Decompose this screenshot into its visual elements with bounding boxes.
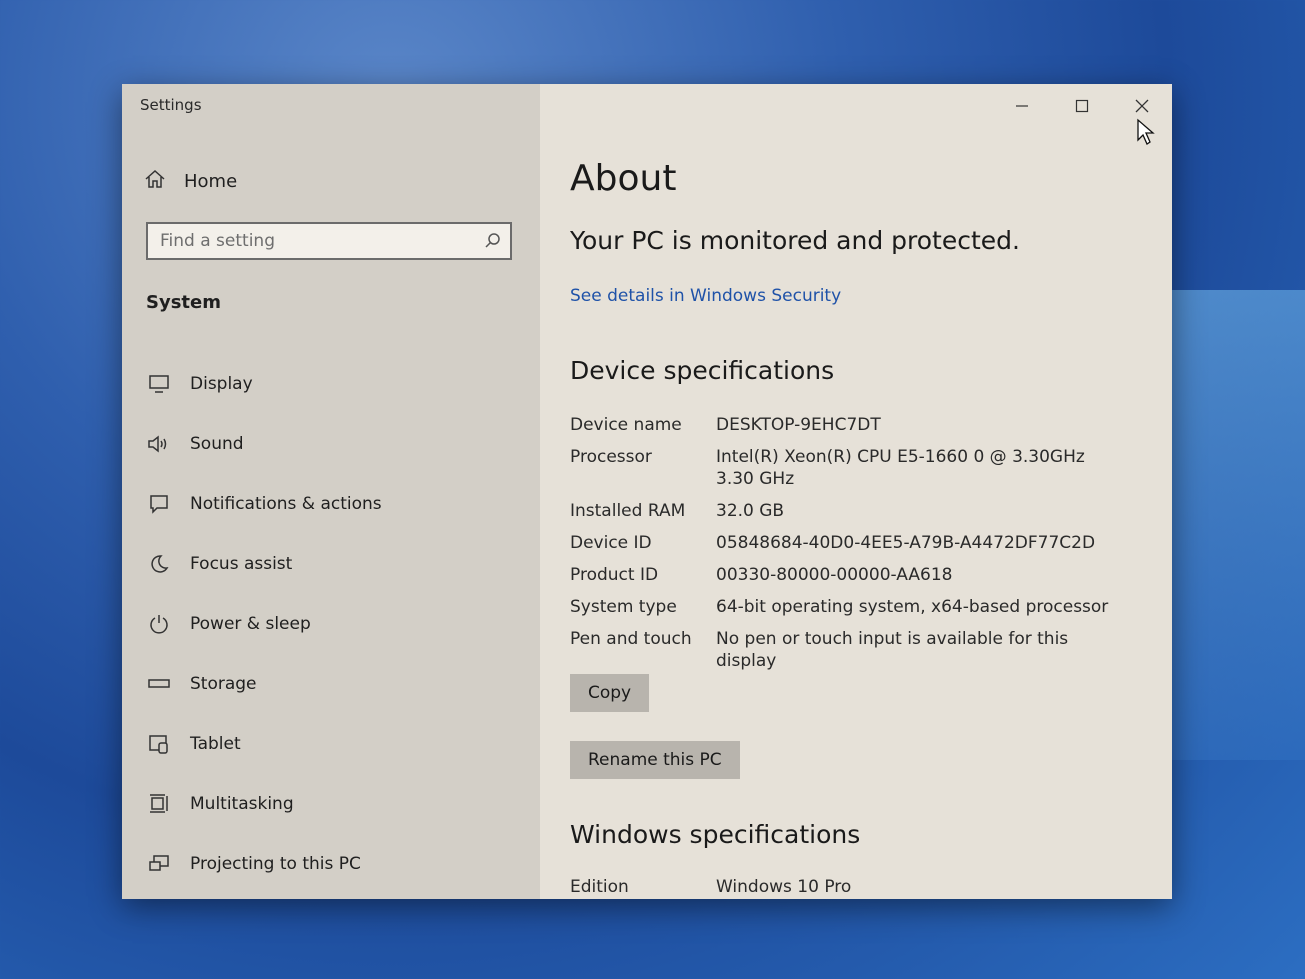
copy-button[interactable]: Copy <box>570 674 650 712</box>
spec-label: Edition <box>570 877 629 897</box>
spec-value: No pen or touch input is available for t… <box>716 629 1069 671</box>
spec-row: Device ID 05848684-40D0-4EE5-A79B-A4472D… <box>570 532 1130 554</box>
sidebar-item-projecting[interactable]: Projecting to this PC <box>146 834 526 894</box>
device-specs-heading: Device specifications <box>570 356 835 385</box>
storage-icon <box>146 677 172 691</box>
spec-label: Device name <box>570 415 682 435</box>
spec-row: Installed RAM 32.0 GB <box>570 500 1130 522</box>
spec-value: 64-bit operating system, x64-based proce… <box>716 597 1109 617</box>
search-input[interactable] <box>148 230 476 252</box>
sidebar-item-label: Tablet <box>190 734 241 754</box>
sidebar-item-focus-assist[interactable]: Focus assist <box>146 534 526 594</box>
sidebar-item-label: Sound <box>190 434 244 454</box>
sidebar-item-label: Multitasking <box>190 794 294 814</box>
spec-value: 05848684-40D0-4EE5-A79B-A4472DF77C2D <box>716 533 1096 553</box>
projector-icon <box>146 854 172 874</box>
spec-value: 00330-80000-00000-AA618 <box>716 565 953 585</box>
sidebar-item-tablet[interactable]: Tablet <box>146 714 526 774</box>
sidebar: Settings Home System Display Sound <box>122 84 540 899</box>
spec-row: System type 64-bit operating system, x64… <box>570 596 1130 618</box>
sidebar-item-label: Notifications & actions <box>190 494 382 514</box>
minimize-icon <box>1016 105 1028 107</box>
sidebar-item-label: Power & sleep <box>190 614 311 634</box>
sidebar-item-notifications[interactable]: Notifications & actions <box>146 474 526 534</box>
spec-label: Pen and touch <box>570 629 692 649</box>
spec-value: Windows 10 Pro <box>716 877 852 897</box>
spec-label: Processor <box>570 447 652 467</box>
sidebar-item-sound[interactable]: Sound <box>146 414 526 474</box>
notification-icon <box>146 493 172 515</box>
tablet-icon <box>146 733 172 755</box>
device-specs-table: Device name DESKTOP-9EHC7DT Processor In… <box>570 414 1130 682</box>
sidebar-item-label: Storage <box>190 674 257 694</box>
settings-window: Settings Home System Display Sound <box>122 84 1172 899</box>
multitasking-icon <box>146 793 172 815</box>
sidebar-item-storage[interactable]: Storage <box>146 654 526 714</box>
moon-icon <box>146 553 172 575</box>
spec-value: DESKTOP-9EHC7DT <box>716 415 881 435</box>
spec-row: Product ID 00330-80000-00000-AA618 <box>570 564 1130 586</box>
section-title: System <box>146 292 221 313</box>
maximize-button[interactable] <box>1052 84 1112 128</box>
spec-label: System type <box>570 597 677 617</box>
sidebar-item-display[interactable]: Display <box>146 354 526 414</box>
window-title: Settings <box>140 96 202 114</box>
windows-security-link[interactable]: See details in Windows Security <box>570 286 841 306</box>
system-nav-list: Display Sound Notifications & actions Fo… <box>146 354 526 894</box>
spec-row: Pen and touch No pen or touch input is a… <box>570 628 1130 672</box>
sidebar-item-label: Projecting to this PC <box>190 854 361 874</box>
speaker-icon <box>146 434 172 454</box>
spec-value: 32.0 GB <box>716 501 785 521</box>
home-nav-item[interactable]: Home <box>144 168 237 195</box>
minimize-button[interactable] <box>992 84 1052 128</box>
sidebar-item-label: Focus assist <box>190 554 293 574</box>
search-icon[interactable] <box>476 232 510 250</box>
spec-row: Edition Windows 10 Pro <box>570 876 1130 898</box>
rename-pc-button[interactable]: Rename this PC <box>570 741 740 779</box>
spec-label: Product ID <box>570 565 659 585</box>
sidebar-item-multitasking[interactable]: Multitasking <box>146 774 526 834</box>
search-box[interactable] <box>146 222 512 260</box>
page-title: About <box>570 158 677 199</box>
sidebar-item-power-sleep[interactable]: Power & sleep <box>146 594 526 654</box>
home-label: Home <box>184 171 238 192</box>
monitor-icon <box>146 374 172 394</box>
close-icon <box>1135 99 1149 113</box>
main-content: About Your PC is monitored and protected… <box>540 84 1172 899</box>
power-icon <box>146 613 172 635</box>
maximize-icon <box>1075 99 1089 113</box>
spec-label: Device ID <box>570 533 652 553</box>
home-icon <box>144 168 166 195</box>
spec-row: Device name DESKTOP-9EHC7DT <box>570 414 1130 436</box>
windows-specs-heading: Windows specifications <box>570 820 861 849</box>
spec-row: Processor Intel(R) Xeon(R) CPU E5-1660 0… <box>570 446 1130 490</box>
spec-label: Installed RAM <box>570 501 686 521</box>
protection-status: Your PC is monitored and protected. <box>570 226 1020 255</box>
spec-value: Intel(R) Xeon(R) CPU E5-1660 0 @ 3.30GHz… <box>716 447 1085 489</box>
sidebar-item-label: Display <box>190 374 253 394</box>
mouse-cursor-icon <box>1136 118 1156 150</box>
